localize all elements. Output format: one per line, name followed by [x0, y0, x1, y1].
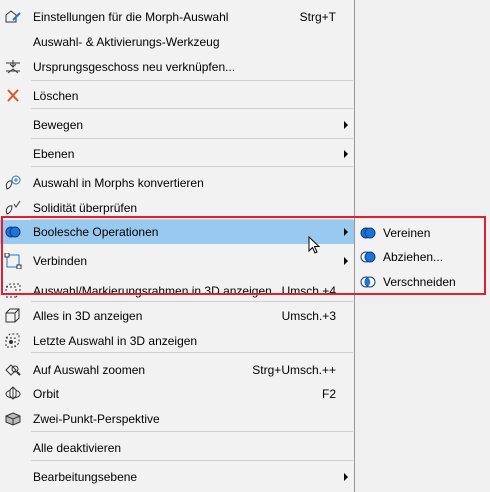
chevron-right-icon — [344, 150, 348, 158]
delete-x-icon — [4, 88, 22, 104]
menu-item-boolean-operations[interactable]: Boolesche Operationen — [0, 220, 354, 244]
chevron-right-icon — [344, 473, 348, 481]
menu-item-label: Orbit — [33, 387, 60, 401]
context-menu: Einstellungen für die Morph-Auswahl Strg… — [0, 0, 355, 492]
menu-item-label: Alle deaktivieren — [33, 441, 122, 455]
menu-item-label: Alles in 3D anzeigen — [33, 309, 143, 323]
menu-item-shortcut: Strg+T — [299, 10, 336, 24]
check-solidity-icon — [4, 200, 22, 216]
menu-item-show-marquee-3d[interactable]: Auswahl/Markierungsrahmen in 3D anzeigen… — [0, 279, 354, 303]
menu-item-layers[interactable]: Ebenen — [0, 142, 354, 166]
last-selection-3d-icon — [4, 333, 22, 349]
chevron-right-icon — [344, 121, 348, 129]
menu-item-move[interactable]: Bewegen — [0, 113, 354, 137]
story-relink-icon — [4, 59, 22, 75]
all-3d-icon — [4, 308, 22, 324]
menu-item-connect[interactable]: Verbinden — [0, 249, 354, 273]
menu-item-check-solidity[interactable]: Solidität überprüfen — [0, 196, 354, 220]
orbit-icon — [4, 386, 22, 402]
menu-item-shortcut: F2 — [321, 387, 336, 401]
submenu-item-label: Abziehen... — [383, 250, 444, 264]
menu-separator — [31, 108, 353, 109]
chevron-right-icon — [344, 257, 348, 265]
menu-item-label: Auswahl- & Aktivierungs-Werkzeug — [33, 35, 220, 49]
menu-separator — [31, 460, 353, 461]
menu-item-label: Auswahl/Markierungsrahmen in 3D anzeigen — [33, 284, 272, 298]
morph-settings-icon — [4, 9, 22, 25]
menu-item-label: Bewegen — [33, 118, 84, 132]
submenu-item-union[interactable]: Vereinen — [355, 221, 486, 245]
menu-item-morph-settings[interactable]: Einstellungen für die Morph-Auswahl Strg… — [0, 5, 354, 29]
menu-item-label: Bearbeitungsebene — [33, 470, 138, 484]
menu-item-label: Boolesche Operationen — [33, 225, 159, 239]
menu-item-label: Letzte Auswahl in 3D anzeigen — [33, 334, 198, 348]
menu-item-selection-tool[interactable]: Auswahl- & Aktivierungs-Werkzeug — [0, 30, 354, 54]
boolean-ops-icon — [4, 224, 22, 240]
menu-separator — [31, 431, 353, 432]
menu-separator — [31, 301, 353, 302]
menu-separator — [31, 352, 353, 353]
menu-item-label: Zwei-Punkt-Perspektive — [33, 412, 160, 426]
menu-item-two-point-perspective[interactable]: Zwei-Punkt-Perspektive — [0, 407, 354, 431]
menu-separator — [31, 138, 353, 139]
submenu-item-label: Vereinen — [383, 226, 431, 240]
union-icon — [359, 225, 377, 241]
boolean-submenu: Vereinen Abziehen... Verschneiden — [355, 217, 486, 295]
zoom-selection-icon — [4, 362, 22, 378]
menu-item-delete[interactable]: Löschen — [0, 84, 354, 108]
two-point-perspective-icon — [4, 411, 22, 427]
menu-item-label: Verbinden — [33, 254, 88, 268]
intersect-icon — [359, 274, 377, 290]
menu-item-label: Ursprungsgeschoss neu verknüpfen... — [33, 60, 236, 74]
convert-morph-icon — [4, 175, 22, 191]
menu-item-shortcut: Strg+Umsch.++ — [252, 363, 336, 377]
menu-item-show-last-selection-3d[interactable]: Letzte Auswahl in 3D anzeigen — [0, 329, 354, 353]
menu-item-shortcut: Umsch.+3 — [281, 309, 336, 323]
marquee-3d-icon — [4, 283, 22, 299]
menu-separator — [31, 166, 353, 167]
menu-item-label: Auf Auswahl zoomen — [33, 363, 146, 377]
submenu-item-subtract[interactable]: Abziehen... — [355, 245, 486, 269]
menu-item-label: Ebenen — [33, 147, 75, 161]
chevron-right-icon — [344, 228, 348, 236]
menu-item-deactivate-all[interactable]: Alle deaktivieren — [0, 436, 354, 460]
menu-item-editing-plane[interactable]: Bearbeitungsebene — [0, 465, 354, 489]
submenu-item-label: Verschneiden — [383, 275, 456, 289]
menu-item-label: Auswahl in Morphs konvertieren — [33, 176, 204, 190]
menu-item-label: Solidität überprüfen — [33, 201, 138, 215]
menu-separator — [31, 80, 353, 81]
menu-item-convert-morphs[interactable]: Auswahl in Morphs konvertieren — [0, 171, 354, 195]
menu-item-shortcut: Umsch.+4 — [281, 284, 336, 298]
submenu-item-intersect[interactable]: Verschneiden — [355, 270, 486, 294]
connect-icon — [4, 253, 22, 269]
menu-item-zoom-selection[interactable]: Auf Auswahl zoomen Strg+Umsch.++ — [0, 358, 354, 382]
menu-item-label: Löschen — [33, 89, 79, 103]
mouse-cursor-icon — [308, 236, 322, 256]
menu-item-orbit[interactable]: Orbit F2 — [0, 382, 354, 406]
menu-item-label: Einstellungen für die Morph-Auswahl — [33, 10, 229, 24]
subtract-icon — [359, 249, 377, 265]
menu-item-relink-story[interactable]: Ursprungsgeschoss neu verknüpfen... — [0, 55, 354, 79]
menu-item-show-all-3d[interactable]: Alles in 3D anzeigen Umsch.+3 — [0, 304, 354, 328]
